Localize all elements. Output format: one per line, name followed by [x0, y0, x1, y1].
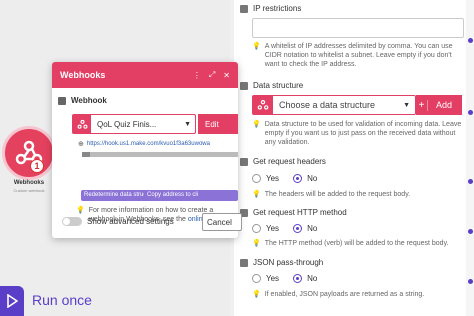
scroll-marker	[468, 110, 473, 115]
globe-icon: ⊕	[78, 141, 84, 148]
request-headers-hint: 💡 The headers will be added to the reques…	[252, 190, 464, 199]
chevron-down-icon: ▼	[184, 120, 191, 128]
method-hint-text: The HTTP method (verb) will be added to …	[264, 240, 449, 247]
module-badge: 1	[30, 159, 44, 173]
webhook-select[interactable]: QoL Quiz Finis... ▼	[72, 114, 196, 134]
http-method-radios: Yes No	[252, 224, 317, 233]
lightbulb-icon: 💡	[252, 121, 261, 128]
copy-address-button[interactable]: Copy address to cli	[144, 190, 238, 201]
collapse-checkbox-icon[interactable]	[240, 81, 248, 90]
json-no-label: No	[307, 274, 318, 283]
chevron-down-icon: ▼	[403, 101, 410, 109]
headers-no-radio[interactable]	[293, 174, 303, 183]
advanced-settings-label: Show advanced settings	[87, 217, 174, 226]
json-yes-radio[interactable]	[252, 274, 261, 283]
webhook-url-row: ⊕ https://hook.us1.make.com/kvuo1f3a63uw…	[78, 140, 210, 148]
json-yes-label: Yes	[266, 274, 280, 283]
advanced-settings-row: Show advanced settings	[62, 217, 174, 226]
scroll-thumb[interactable]	[82, 152, 90, 157]
collapse-checkbox-icon[interactable]	[240, 157, 248, 166]
ip-restrictions-input[interactable]	[252, 18, 464, 38]
add-data-structure-button[interactable]: + Add	[416, 95, 462, 115]
webhook-url[interactable]: https://hook.us1.make.com/kvuo1f3a63uwow…	[87, 141, 210, 147]
cancel-button[interactable]: Cancel	[202, 213, 242, 231]
method-yes-label: Yes	[266, 224, 280, 233]
ds-hint-text: Data structure to be used for validation…	[264, 121, 462, 146]
webhook-section-header: Webhook	[58, 96, 232, 105]
webhook-icon	[73, 115, 91, 133]
webhooks-dialog: Webhooks ⋮ ⤢ ✕ Webhook QoL Quiz Finis...…	[52, 62, 238, 238]
dialog-title: Webhooks	[60, 70, 106, 80]
lightbulb-icon: 💡	[252, 240, 261, 247]
http-method-label: Get request HTTP method	[253, 208, 347, 217]
headers-yes-radio[interactable]	[252, 174, 261, 183]
method-no-radio[interactable]	[293, 224, 303, 233]
request-headers-label: Get request headers	[253, 157, 326, 166]
url-scrollbar[interactable]	[82, 152, 238, 157]
data-structure-label: Data structure	[253, 81, 304, 90]
collapse-checkbox-icon[interactable]	[58, 96, 66, 105]
json-passthrough-hint: 💡 If enabled, JSON payloads are returned …	[252, 290, 464, 299]
lightbulb-icon: 💡	[252, 291, 261, 298]
json-passthrough-label: JSON pass-through	[253, 258, 324, 267]
run-once-label[interactable]: Run once	[32, 292, 92, 308]
method-yes-radio[interactable]	[252, 224, 261, 233]
ip-restrictions-label: IP restrictions	[253, 4, 302, 13]
scroll-marker	[468, 38, 473, 43]
panel-scrollbar[interactable]	[466, 0, 474, 316]
module-title: Webhooks	[13, 180, 45, 186]
webhook-icon	[253, 96, 273, 114]
data-structure-row: Choose a data structure ▼ + Add	[252, 95, 462, 115]
lightbulb-icon: 💡	[252, 43, 261, 50]
headers-no-label: No	[307, 174, 318, 183]
json-no-radio[interactable]	[293, 274, 303, 283]
advanced-settings-toggle[interactable]	[62, 217, 82, 226]
http-method-hint: 💡 The HTTP method (verb) will be added to…	[252, 239, 464, 248]
maximize-icon[interactable]: ⤢	[209, 70, 215, 80]
dialog-header: Webhooks ⋮ ⤢ ✕	[52, 62, 238, 88]
collapse-checkbox-icon[interactable]	[240, 4, 248, 13]
method-no-label: No	[307, 224, 318, 233]
webhooks-module-node[interactable]	[2, 126, 56, 180]
play-icon	[7, 294, 18, 308]
webhook-select-value: QoL Quiz Finis...	[97, 119, 157, 129]
data-structure-section: Data structure	[240, 81, 303, 90]
data-structure-select[interactable]: Choose a data structure ▼	[252, 95, 416, 115]
scroll-marker	[468, 179, 473, 184]
scroll-marker	[468, 229, 473, 234]
add-label: Add	[436, 100, 453, 110]
run-once-button[interactable]	[0, 286, 24, 316]
scroll-marker	[468, 279, 473, 284]
http-method-section: Get request HTTP method	[240, 208, 347, 217]
webhook-section-label: Webhook	[71, 96, 107, 105]
webhook-select-row: QoL Quiz Finis... ▼ Edit	[72, 114, 238, 134]
more-icon[interactable]: ⋮	[193, 71, 201, 80]
data-structure-hint: 💡 Data structure to be used for validatio…	[252, 120, 464, 147]
ip-hint-text: A whitelist of IP addresses delimited by…	[264, 43, 453, 68]
collapse-checkbox-icon[interactable]	[240, 258, 248, 267]
headers-hint-text: The headers will be added to the request…	[264, 191, 411, 198]
data-structure-placeholder: Choose a data structure	[279, 100, 376, 110]
json-hint-text: If enabled, JSON payloads are returned a…	[264, 291, 425, 298]
lightbulb-icon: 💡	[252, 191, 261, 198]
ip-restrictions-hint: 💡 A whitelist of IP addresses delimited b…	[252, 42, 464, 69]
request-headers-radios: Yes No	[252, 174, 317, 183]
headers-yes-label: Yes	[266, 174, 280, 183]
json-passthrough-section: JSON pass-through	[240, 258, 323, 267]
ip-restrictions-section: IP restrictions	[240, 4, 301, 13]
module-subtitle: Custom webhook	[13, 188, 45, 193]
edit-webhook-button[interactable]: Edit	[198, 114, 238, 134]
json-passthrough-radios: Yes No	[252, 274, 317, 283]
request-headers-section: Get request headers	[240, 157, 326, 166]
plus-icon: +	[416, 99, 428, 111]
close-icon[interactable]: ✕	[223, 71, 230, 80]
